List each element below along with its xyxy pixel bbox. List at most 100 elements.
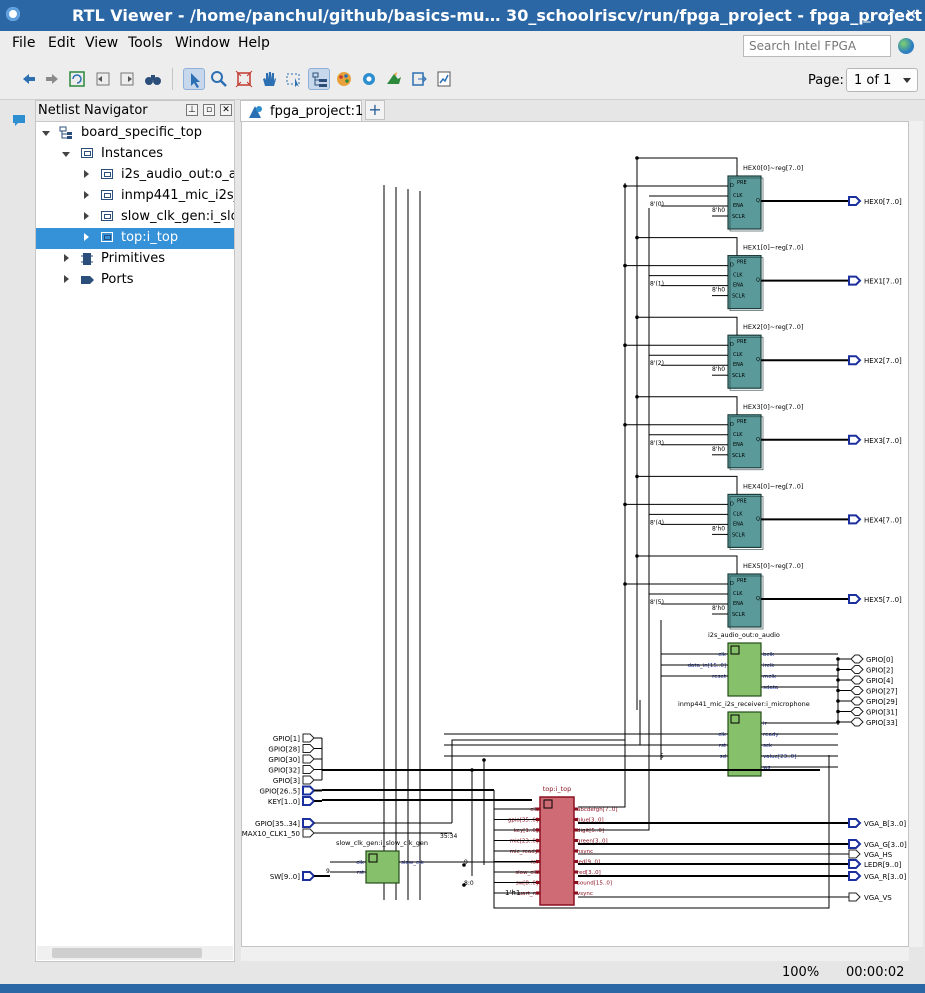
- register-name: HEX1[0]~reg[7..0]: [743, 244, 803, 252]
- page-label: Page:: [808, 73, 844, 88]
- bidir-port-icon: [850, 675, 864, 685]
- wire: [578, 790, 626, 808]
- taskbar-strip: [0, 984, 925, 993]
- chevron-right-icon[interactable]: [64, 254, 69, 262]
- pin-stub: [574, 807, 578, 811]
- junction-dot: [623, 184, 627, 188]
- input-port-label: KEY[1..0]: [268, 798, 300, 806]
- chevron-down-icon[interactable]: [62, 152, 70, 157]
- maximize-button[interactable]: ⤢: [881, 6, 897, 24]
- junction-dot: [462, 863, 466, 867]
- title-bar: RTL Viewer - /home/panchul/github/basics…: [0, 0, 925, 31]
- fit-window-icon[interactable]: [233, 68, 255, 90]
- tree-item-ports[interactable]: Ports: [36, 270, 234, 291]
- menu-window[interactable]: Window: [175, 35, 230, 51]
- output-port-icon: [848, 859, 862, 869]
- schematic-svg: HEX0[0]~reg[7..0]PREDCLKENASCLRQ8'h08'(0…: [242, 156, 907, 909]
- junction-dot: [482, 758, 486, 762]
- input-port-icon: [302, 775, 315, 785]
- add-tab-button[interactable]: +: [365, 100, 385, 120]
- refresh-icon[interactable]: [66, 68, 88, 90]
- chevron-right-icon[interactable]: [84, 212, 89, 220]
- tree-item-i2s-audio-out[interactable]: i2s_audio_out:o_audio: [36, 165, 234, 186]
- elapsed-time: 00:00:02: [846, 965, 905, 980]
- port-icon: [81, 276, 94, 284]
- export-icon[interactable]: [408, 68, 430, 90]
- pin-label: D: [730, 581, 734, 587]
- chevron-right-icon[interactable]: [84, 233, 89, 241]
- pin-label: ENA: [733, 601, 744, 607]
- canvas-hscrollbar[interactable]: [241, 947, 909, 961]
- menu-view[interactable]: View: [85, 35, 118, 51]
- forward-icon[interactable]: [41, 68, 63, 90]
- menu-tools[interactable]: Tools: [128, 35, 163, 51]
- hand-pan-icon[interactable]: [258, 68, 280, 90]
- pin-label: PRE: [737, 498, 747, 504]
- wire: [637, 237, 738, 256]
- close-panel-icon[interactable]: ✕: [220, 104, 232, 116]
- input-port-icon: [302, 754, 315, 764]
- pin-stub: [536, 828, 540, 832]
- wire: [637, 157, 738, 176]
- bidir-port-icon: [850, 654, 864, 664]
- pin-icon[interactable]: ⊥: [186, 104, 198, 116]
- collapse-icon[interactable]: [92, 68, 114, 90]
- chevron-right-icon[interactable]: [64, 275, 69, 283]
- tree-item-label: Primitives: [101, 251, 166, 266]
- chevron-right-icon[interactable]: [84, 170, 89, 178]
- bird-icon[interactable]: [383, 68, 405, 90]
- const-label: 8'h0: [712, 287, 725, 294]
- tree-item-board-specific-top[interactable]: board_specific_top: [36, 123, 234, 144]
- chevron-down-icon[interactable]: [42, 131, 50, 136]
- output-port-icon: [848, 434, 862, 445]
- tree-item-slow-clk-gen[interactable]: slow_clk_gen:i_slow_clk_gen: [36, 207, 234, 228]
- schematic-canvas[interactable]: HEX0[0]~reg[7..0] PRE D CLK ENA SCLR Q 8'h0 8'(0…: [241, 121, 909, 947]
- wire: [637, 475, 738, 495]
- output-port-label: HEX3[7..0]: [864, 437, 902, 445]
- page-select[interactable]: 1 of 1: [846, 68, 918, 92]
- float-icon[interactable]: ▫: [203, 104, 215, 116]
- instance-icon: [101, 232, 113, 242]
- tree-item-top[interactable]: top:i_top: [36, 228, 234, 249]
- pin-label: PRE: [737, 260, 747, 266]
- color-palette-icon[interactable]: [333, 68, 355, 90]
- tree-item-instances[interactable]: Instances: [36, 144, 234, 165]
- close-button[interactable]: ✕: [903, 6, 919, 24]
- input-port-icon: [302, 785, 316, 796]
- messages-icon[interactable]: [11, 112, 27, 128]
- tree-item-inmp441-mic[interactable]: inmp441_mic_i2s_receiver:i_microphone: [36, 186, 234, 207]
- menu-help[interactable]: Help: [238, 35, 270, 51]
- back-icon[interactable]: [18, 68, 40, 90]
- tree-item-primitives[interactable]: Primitives: [36, 249, 234, 270]
- chart-report-icon[interactable]: [433, 68, 455, 90]
- canvas-vscrollbar[interactable]: [909, 121, 923, 947]
- menu-file[interactable]: File: [12, 35, 35, 51]
- minimize-button[interactable]: _: [859, 6, 875, 24]
- tree-item-label: top:i_top: [121, 230, 179, 245]
- expand-icon[interactable]: [116, 68, 138, 90]
- const-label: 8'h0: [712, 446, 725, 453]
- left-dock-strip: [0, 100, 35, 962]
- pin-label: SCLR: [732, 373, 745, 379]
- pin-label: uart_rx: [519, 891, 539, 897]
- pin-label: clk: [356, 860, 365, 866]
- output-port-icon: [848, 871, 862, 881]
- pin-label: D: [730, 263, 734, 269]
- menu-edit[interactable]: Edit: [48, 35, 75, 51]
- output-port-label: VGA_HS: [864, 851, 893, 859]
- zoom-icon[interactable]: [208, 68, 230, 90]
- search-input[interactable]: Search Intel FPGA: [743, 35, 891, 57]
- pin-label: sw[8..0]: [516, 881, 538, 887]
- netlist-navigator-toggle-icon[interactable]: [308, 68, 330, 90]
- chevron-right-icon[interactable]: [84, 191, 89, 199]
- pin-stub: [536, 870, 540, 874]
- binoculars-icon[interactable]: [142, 68, 164, 90]
- select-pointer-icon[interactable]: [183, 68, 205, 90]
- settings-gear-icon[interactable]: [358, 68, 380, 90]
- area-select-icon[interactable]: [283, 68, 305, 90]
- pin-label: digit[5..0]: [577, 828, 604, 834]
- pin-label: ENA: [733, 203, 744, 209]
- globe-icon[interactable]: [898, 38, 914, 54]
- tab-fpga-project[interactable]: fpga_project:1: [240, 100, 363, 122]
- navigator-hscrollbar[interactable]: [37, 946, 233, 960]
